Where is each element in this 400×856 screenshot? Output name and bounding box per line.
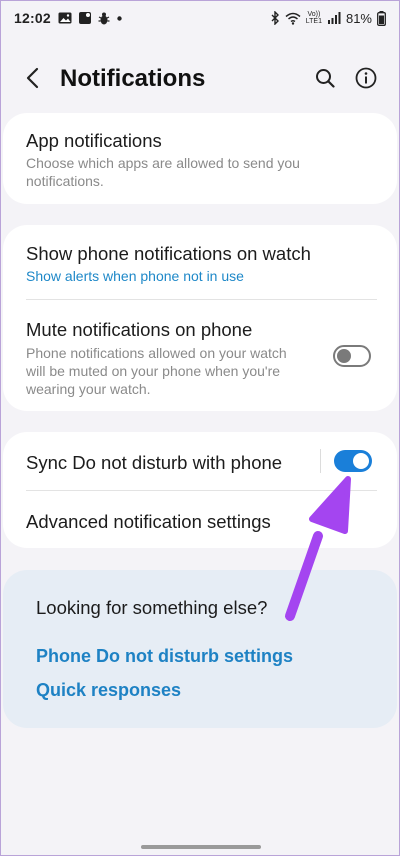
battery-icon (377, 10, 386, 26)
notification-dot-icon (78, 12, 91, 24)
search-button[interactable] (309, 64, 341, 96)
battery-text: 81% (345, 10, 372, 26)
sync-dnd-title: Sync Do not disturb with phone (26, 452, 283, 473)
suggestions-title: Looking for something else? (36, 597, 268, 618)
bluetooth-icon (270, 11, 280, 25)
dnd-card: Sync Do not disturb with phone Advanced … (3, 432, 397, 548)
signal-icon (327, 12, 341, 24)
mute-on-phone-subtitle-1: Phone notifications allowed on your watc… (26, 345, 287, 361)
volte-label-top: Vo)) (307, 11, 321, 18)
app-notifications-subtitle-1: Choose which apps are allowed to send yo… (26, 155, 300, 171)
sync-dnd-toggle[interactable] (334, 450, 372, 472)
watch-notifications-card: Show phone notifications on watch Show a… (3, 225, 397, 411)
show-on-watch-row[interactable]: Show phone notifications on watch Show a… (3, 225, 397, 299)
toggle-knob (337, 349, 351, 363)
toggle-knob (353, 453, 369, 469)
bug-icon (98, 12, 110, 25)
app-notifications-title: App notifications (26, 130, 162, 151)
mute-on-phone-subtitle-2: will be muted on your phone when you're (26, 363, 281, 379)
back-button[interactable] (16, 64, 48, 96)
status-right: Vo)) LTE1 81% (270, 10, 386, 26)
app-bar: Notifications (0, 52, 400, 108)
advanced-settings-title: Advanced notification settings (26, 511, 271, 532)
suggestions-card: Looking for something else? Phone Do not… (3, 570, 397, 728)
status-bar: 12:02 Vo)) LTE1 81% (0, 0, 400, 36)
show-on-watch-subtitle: Show alerts when phone not in use (26, 268, 244, 284)
gallery-icon (58, 12, 72, 24)
search-icon (315, 68, 335, 93)
vertical-separator (320, 449, 321, 473)
mute-on-phone-toggle[interactable] (333, 345, 371, 367)
app-notifications-subtitle-2: notifications. (26, 173, 104, 189)
dot-icon (117, 15, 122, 21)
volte-icon: Vo)) LTE1 (306, 11, 322, 25)
wifi-icon (285, 12, 301, 25)
navigation-handle[interactable] (141, 845, 261, 849)
mute-on-phone-row[interactable]: Mute notifications on phone Phone notifi… (3, 300, 397, 411)
status-time: 12:02 (14, 10, 51, 26)
mute-on-phone-subtitle-3: wearing your watch. (26, 381, 151, 397)
info-icon (355, 67, 377, 94)
advanced-settings-row[interactable]: Advanced notification settings (3, 491, 397, 548)
page-title: Notifications (60, 65, 206, 92)
app-notifications-card[interactable]: App notifications Choose which apps are … (3, 113, 397, 204)
phone-dnd-settings-link[interactable]: Phone Do not disturb settings (36, 646, 293, 667)
info-button[interactable] (350, 64, 382, 96)
quick-responses-link[interactable]: Quick responses (36, 680, 181, 701)
chevron-left-icon (25, 67, 39, 94)
show-on-watch-title: Show phone notifications on watch (26, 243, 311, 264)
mute-on-phone-title: Mute notifications on phone (26, 319, 253, 340)
volte-label-bottom: LTE1 (305, 18, 322, 25)
status-left: 12:02 (14, 10, 122, 26)
sync-dnd-row[interactable]: Sync Do not disturb with phone (3, 432, 397, 490)
